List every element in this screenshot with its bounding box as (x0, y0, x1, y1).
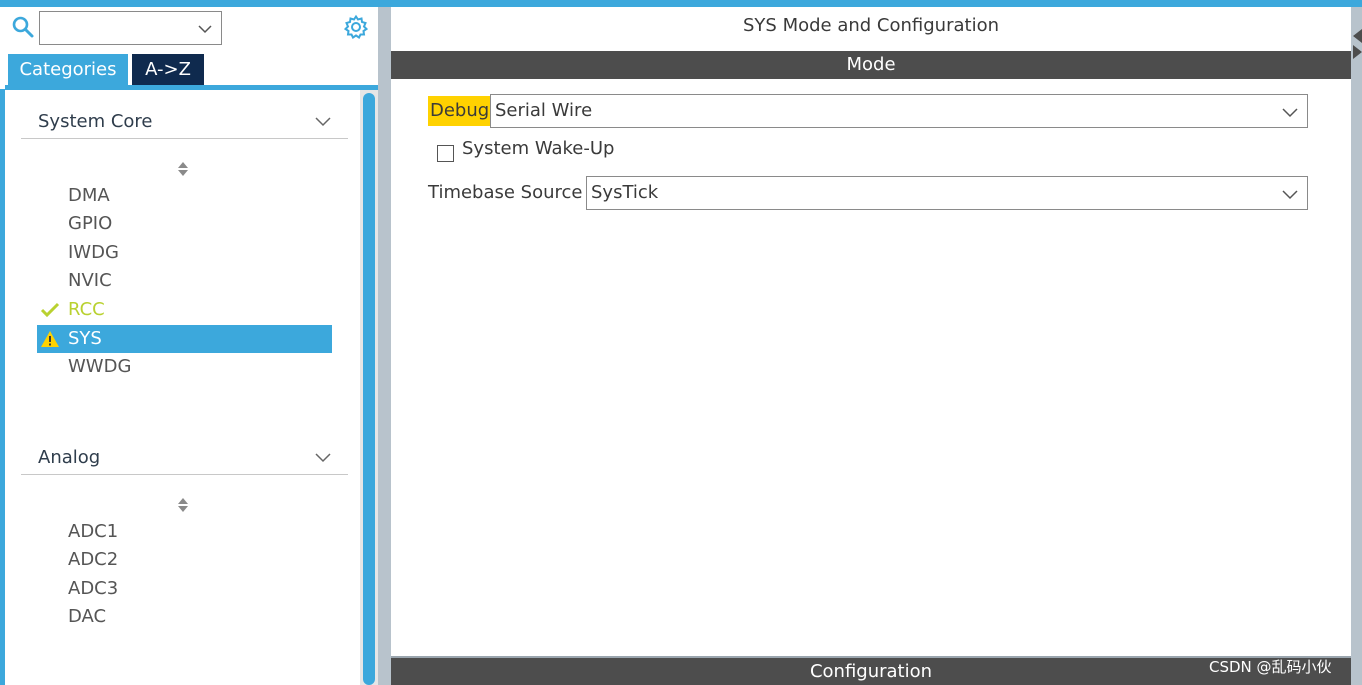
timebase-select[interactable]: SysTick (586, 176, 1308, 210)
list-item-label: DAC (68, 606, 107, 627)
list-item-adc1[interactable]: ADC1 (37, 518, 332, 546)
chevron-down-icon[interactable] (1281, 103, 1299, 121)
chevron-down-icon[interactable] (314, 112, 332, 130)
top-accent-bar (0, 0, 1362, 7)
chevron-down-icon[interactable] (1281, 185, 1299, 203)
mode-configuration-panel: SYS Mode and Configuration Mode Debug Se… (391, 7, 1351, 685)
list-item-label: GPIO (68, 213, 113, 234)
list-item-label: ADC3 (68, 578, 119, 599)
list-item-dac[interactable]: DAC (37, 603, 332, 631)
debug-select-value: Serial Wire (495, 100, 593, 121)
list-item-adc3[interactable]: ADC3 (37, 575, 332, 603)
debug-select[interactable]: Serial Wire (490, 94, 1308, 128)
list-item-iwdg[interactable]: IWDG (37, 239, 332, 267)
list-item-label: SYS (68, 328, 102, 349)
list-item-label: ADC2 (68, 549, 119, 570)
timebase-select-value: SysTick (591, 182, 659, 203)
list-item-sys[interactable]: SYS (37, 325, 332, 353)
timebase-label: Timebase Source (428, 182, 583, 203)
collapse-arrow-icon[interactable] (1353, 29, 1362, 59)
gear-icon[interactable] (343, 14, 369, 40)
panel-divider[interactable] (378, 7, 391, 685)
sort-icon[interactable] (176, 160, 190, 178)
chevron-down-icon[interactable] (197, 21, 213, 37)
search-combobox[interactable] (39, 11, 222, 45)
category-title: System Core (38, 111, 153, 132)
category-header-system-core[interactable]: System Core (21, 109, 348, 139)
list-item-label: WWDG (68, 356, 132, 377)
list-item-rcc[interactable]: RCC (37, 296, 332, 324)
list-item-label: NVIC (68, 270, 112, 291)
list-item-dma[interactable]: DMA (37, 182, 332, 210)
categories-panel: Categories A->Z System Core DMA GPIO IWD… (0, 7, 378, 685)
configuration-header[interactable]: Configuration (391, 656, 1351, 685)
sort-icon[interactable] (176, 496, 190, 514)
chevron-down-icon[interactable] (314, 448, 332, 466)
list-item-gpio[interactable]: GPIO (37, 210, 332, 238)
warning-icon (41, 331, 59, 347)
right-edge-bar (1351, 7, 1362, 685)
tab-strip (5, 85, 378, 90)
list-item-label: DMA (68, 185, 110, 206)
tab-a-z[interactable]: A->Z (132, 54, 204, 85)
mode-header: Mode (391, 51, 1351, 79)
category-header-analog[interactable]: Analog (21, 445, 348, 475)
list-item-label: RCC (68, 299, 105, 320)
scrollbar-thumb[interactable] (363, 93, 375, 685)
watermark: CSDN @乱码小伙 (1209, 658, 1332, 676)
search-icon[interactable] (11, 15, 35, 39)
page-title: SYS Mode and Configuration (743, 15, 999, 36)
category-title: Analog (38, 447, 101, 468)
list-item-nvic[interactable]: NVIC (37, 267, 332, 295)
panel-left-edge (0, 89, 5, 685)
list-item-label: IWDG (68, 242, 119, 263)
system-wakeup-checkbox[interactable] (437, 145, 454, 162)
debug-label: Debug (428, 96, 492, 126)
system-wakeup-label: System Wake-Up (462, 138, 615, 159)
check-icon (40, 302, 60, 318)
list-item-label: ADC1 (68, 521, 119, 542)
list-item-wwdg[interactable]: WWDG (37, 353, 332, 381)
list-item-adc2[interactable]: ADC2 (37, 546, 332, 574)
tab-categories[interactable]: Categories (8, 54, 128, 85)
